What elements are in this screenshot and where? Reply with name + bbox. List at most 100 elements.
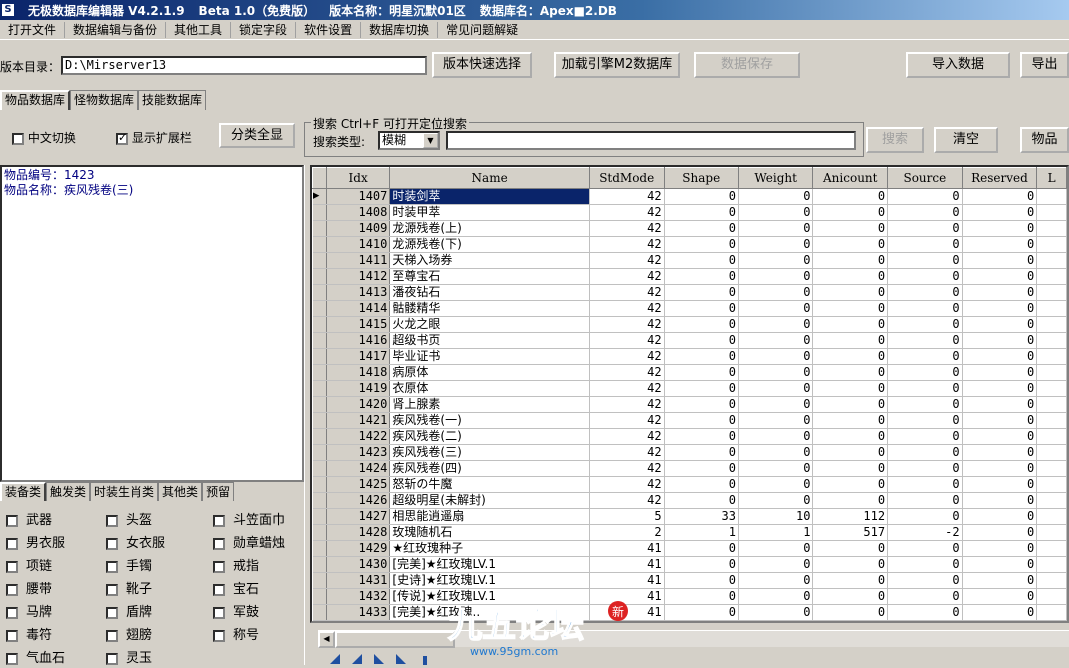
cell-value[interactable] xyxy=(1036,524,1067,541)
cell-value[interactable]: 0 xyxy=(887,460,963,477)
cell-value[interactable]: 42 xyxy=(589,204,665,221)
cell-value[interactable]: 0 xyxy=(887,572,963,589)
cell-value[interactable]: 0 xyxy=(887,236,963,253)
cell-value[interactable]: 42 xyxy=(589,188,665,205)
cell-value[interactable]: 0 xyxy=(962,284,1038,301)
cell-value[interactable]: 0 xyxy=(664,396,739,413)
cell-value[interactable]: 0 xyxy=(962,188,1038,205)
cell-name[interactable]: 超级书页 xyxy=(389,332,590,349)
show-all-categories-button[interactable]: 分类全显 xyxy=(219,123,295,148)
quick-select-button[interactable]: 版本快速选择 xyxy=(432,52,532,78)
cell-value[interactable]: 0 xyxy=(812,284,889,301)
chinese-switch-checkbox[interactable]: 中文切换 xyxy=(12,129,76,146)
cell-value[interactable]: 0 xyxy=(962,588,1038,605)
table-row[interactable]: 1423 疾风残卷(三) 42 0 0 0 0 0 xyxy=(312,444,1067,461)
cell-value[interactable]: 0 xyxy=(962,332,1038,349)
table-row[interactable]: 1432 [传说]★红玫瑰LV.1 41 0 0 0 0 0 xyxy=(312,588,1067,605)
cell-value[interactable] xyxy=(1036,556,1067,573)
scroll-left-icon[interactable]: ◀ xyxy=(318,631,335,648)
cell-value[interactable]: 0 xyxy=(664,348,739,365)
cell-value[interactable]: 0 xyxy=(812,348,889,365)
cell-value[interactable]: 0 xyxy=(812,540,889,557)
cell-value[interactable] xyxy=(1036,300,1067,317)
table-row[interactable]: 1420 肾上腺素 42 0 0 0 0 0 xyxy=(312,396,1067,413)
cell-name[interactable]: 玫瑰随机石 xyxy=(389,524,590,541)
cell-value[interactable]: 0 xyxy=(664,252,739,269)
cell-value[interactable]: 0 xyxy=(664,412,739,429)
cell-value[interactable]: 0 xyxy=(664,572,739,589)
cell-value[interactable]: 0 xyxy=(738,556,814,573)
cell-value[interactable]: 42 xyxy=(589,460,665,477)
cell-value[interactable]: 42 xyxy=(589,348,665,365)
cell-value[interactable]: 0 xyxy=(812,236,889,253)
table-row[interactable]: 1424 疾风残卷(四) 42 0 0 0 0 0 xyxy=(312,460,1067,477)
table-row[interactable]: ▶ 1407 时装剑萃 42 0 0 0 0 0 xyxy=(312,188,1067,205)
cell-value[interactable]: 0 xyxy=(887,220,963,237)
category-checkbox[interactable]: 翅膀 xyxy=(106,624,152,643)
table-row[interactable]: 1426 超级明星(未解封) 42 0 0 0 0 0 xyxy=(312,492,1067,509)
table-row[interactable]: 1421 疾风残卷(一) 42 0 0 0 0 0 xyxy=(312,412,1067,429)
cell-value[interactable]: 0 xyxy=(887,316,963,333)
cell-value[interactable]: 0 xyxy=(887,604,963,621)
cell-value[interactable]: 112 xyxy=(812,508,889,525)
cell-name[interactable]: 天梯入场券 xyxy=(389,252,590,269)
column-header[interactable]: Shape xyxy=(663,167,739,189)
cell-idx[interactable]: 1414 xyxy=(326,300,391,317)
cell-value[interactable] xyxy=(1036,412,1067,429)
category-checkbox[interactable]: 头盔 xyxy=(106,509,152,528)
cell-value[interactable]: 0 xyxy=(812,412,889,429)
cell-name[interactable]: 怒斩の牛魔 xyxy=(389,476,590,493)
table-row[interactable]: 1414 骷髅精华 42 0 0 0 0 0 xyxy=(312,300,1067,317)
table-row[interactable]: 1427 相思能逍遥扇 5 33 10 112 0 0 xyxy=(312,508,1067,525)
cell-value[interactable]: 0 xyxy=(887,284,963,301)
category-checkbox[interactable]: 腰带 xyxy=(6,578,52,597)
cell-value[interactable]: 0 xyxy=(962,380,1038,397)
cell-value[interactable]: 0 xyxy=(962,524,1038,541)
cell-value[interactable]: 0 xyxy=(738,492,814,509)
category-checkbox[interactable]: 军鼓 xyxy=(213,601,259,620)
cell-value[interactable]: 1 xyxy=(738,524,814,541)
cell-name[interactable]: 火龙之眼 xyxy=(389,316,590,333)
cell-value[interactable]: 0 xyxy=(738,284,814,301)
cell-value[interactable]: 0 xyxy=(887,588,963,605)
cell-value[interactable]: 0 xyxy=(962,236,1038,253)
cell-value[interactable]: 0 xyxy=(738,220,814,237)
cell-value[interactable]: 0 xyxy=(738,204,814,221)
table-row[interactable]: 1418 病原体 42 0 0 0 0 0 xyxy=(312,364,1067,381)
tab-fashion-zodiac[interactable]: 时装生肖类 xyxy=(90,482,159,501)
cell-value[interactable]: 517 xyxy=(812,524,889,541)
menu-other-tools[interactable]: 其他工具 xyxy=(166,21,232,38)
cell-idx[interactable]: 1424 xyxy=(326,460,391,477)
cell-idx[interactable]: 1421 xyxy=(326,412,391,429)
items-table[interactable]: Idx Name StdMode Shape Weight Anicount Source R… xyxy=(310,165,1069,623)
cell-value[interactable]: 0 xyxy=(738,236,814,253)
cell-idx[interactable]: 1420 xyxy=(326,396,391,413)
cell-value[interactable] xyxy=(1036,572,1067,589)
cell-name[interactable]: 时装剑萃 xyxy=(389,188,590,205)
cell-value[interactable]: 0 xyxy=(738,268,814,285)
cell-value[interactable]: 42 xyxy=(589,284,665,301)
category-checkbox[interactable]: 戒指 xyxy=(213,555,259,574)
cell-value[interactable]: -2 xyxy=(887,524,963,541)
cell-idx[interactable]: 1428 xyxy=(326,524,391,541)
cell-name[interactable]: 龙源残卷(下) xyxy=(389,236,590,253)
cell-value[interactable]: 0 xyxy=(887,252,963,269)
cell-value[interactable]: 0 xyxy=(962,268,1038,285)
cell-value[interactable] xyxy=(1036,460,1067,477)
cell-value[interactable]: 42 xyxy=(589,316,665,333)
cell-value[interactable]: 0 xyxy=(962,508,1038,525)
cell-value[interactable]: 0 xyxy=(962,220,1038,237)
cell-value[interactable]: 41 xyxy=(589,572,665,589)
table-row[interactable]: 1428 玫瑰随机石 2 1 1 517 -2 0 xyxy=(312,524,1067,541)
import-data-button[interactable]: 导入数据 xyxy=(906,52,1010,78)
cell-idx[interactable]: 1416 xyxy=(326,332,391,349)
cell-value[interactable]: 0 xyxy=(812,604,889,621)
cell-idx[interactable]: 1432 xyxy=(326,588,391,605)
cell-value[interactable]: 0 xyxy=(738,460,814,477)
cell-idx[interactable]: 1430 xyxy=(326,556,391,573)
cell-value[interactable]: 0 xyxy=(812,476,889,493)
category-checkbox[interactable]: 宝石 xyxy=(213,578,259,597)
cell-value[interactable] xyxy=(1036,476,1067,493)
cell-idx[interactable]: 1427 xyxy=(326,508,391,525)
cell-idx[interactable]: 1415 xyxy=(326,316,391,333)
